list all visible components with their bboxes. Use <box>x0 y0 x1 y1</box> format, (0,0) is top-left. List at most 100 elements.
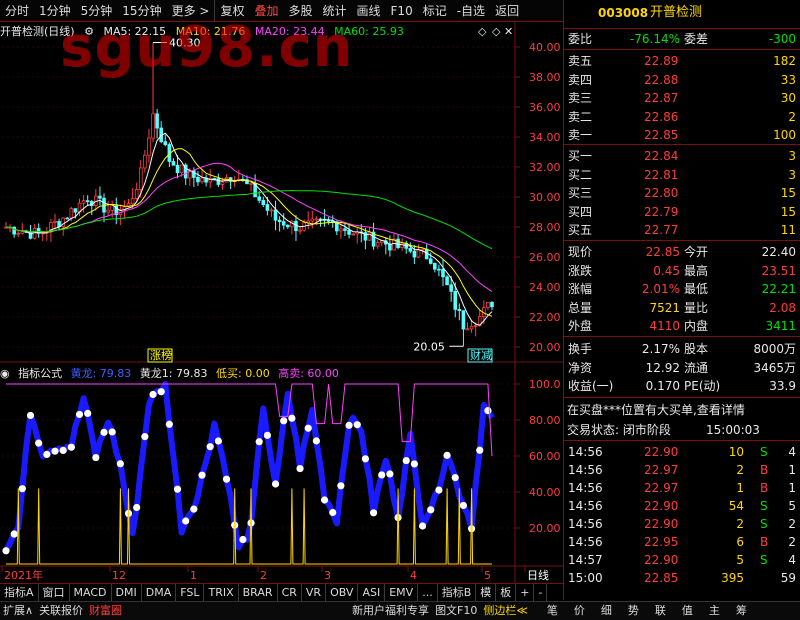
fund-label: 股本 <box>684 342 709 356</box>
ask-row[interactable]: 卖四 22.88 33 <box>564 71 800 89</box>
tick-side: S <box>760 445 768 459</box>
tab-dmi[interactable]: DMI <box>112 583 142 601</box>
tab-asi[interactable]: ASI <box>358 583 386 601</box>
status-new-user[interactable]: 新用户福利专享 <box>349 602 432 620</box>
huanglong-dot <box>10 530 18 538</box>
ask-row[interactable]: 卖二 22.86 2 <box>564 108 800 126</box>
bid-row[interactable]: 买一 22.84 3 <box>564 147 800 165</box>
quote-row[interactable]: 总量 7521 量比 2.08 <box>564 299 800 317</box>
tick-volume: 395 <box>721 571 744 585</box>
quote-row[interactable]: 涨幅 2.01% 最低 22.21 <box>564 280 800 298</box>
quote-row[interactable]: 现价 22.85 今开 22.40 <box>564 243 800 261</box>
bid-label: 买四 <box>568 204 593 219</box>
status-wealth-circle[interactable]: 财富圈 <box>86 602 125 620</box>
tab-indicator-a[interactable]: 指标A <box>0 583 39 601</box>
tab-macd[interactable]: MACD <box>70 583 112 601</box>
huanglong-dot <box>214 437 222 445</box>
ask-row[interactable]: 卖三 22.87 30 <box>564 89 800 107</box>
ask-row[interactable]: 卖五 22.89 182 <box>564 52 800 70</box>
huanglong-dot <box>353 421 361 429</box>
huanglong-dot <box>288 414 296 422</box>
ask-label: 卖三 <box>568 91 593 105</box>
tab-remove[interactable]: - <box>534 583 548 601</box>
price-axis-label: 22.00 <box>529 311 561 324</box>
time-axis-label: 2 <box>260 569 267 582</box>
bid-volume: 15 <box>780 204 796 219</box>
price-axis-label: 40.00 <box>529 41 561 54</box>
huanglong-dot <box>345 421 353 429</box>
tab-dma[interactable]: DMA <box>142 583 177 601</box>
candle-body <box>310 218 315 222</box>
tab-indicator-b[interactable]: 指标B <box>438 583 477 601</box>
tab-add[interactable]: + <box>516 583 535 601</box>
candle-body <box>375 242 380 247</box>
status-tab-zhu[interactable]: 主 <box>701 602 728 620</box>
candle-body <box>20 231 25 234</box>
bid-row[interactable]: 买五 22.77 11 <box>564 221 800 239</box>
status-tab-chou[interactable]: 筹 <box>728 602 755 620</box>
status-sidebar[interactable]: 侧边栏≪ <box>480 602 531 620</box>
tab-brar[interactable]: BRAR <box>239 583 278 601</box>
fund-row[interactable]: 净资 12.92 流通 3465万 <box>564 359 800 377</box>
tick-row[interactable]: 14:56 22.97 2 B 1 <box>564 461 800 479</box>
kline-chart[interactable]: 40.00 38.00 36.00 34.00 32.00 30.00 28.00 26.00… <box>0 0 563 600</box>
status-tab-lian[interactable]: 联 <box>647 602 674 620</box>
bid-price: 22.84 <box>644 149 679 163</box>
huanglong-dot <box>92 453 100 462</box>
huanglong-dot <box>410 460 419 468</box>
collapse-icon[interactable]: ◉ <box>0 367 10 380</box>
time-axis-label: 1 <box>190 569 197 582</box>
fund-label: 流通 <box>684 360 709 375</box>
price-axis-label: 26.00 <box>529 251 561 264</box>
tab-more[interactable]: ... <box>418 583 438 601</box>
time-axis-label: 12 <box>112 569 126 582</box>
tab-cr[interactable]: CR <box>278 583 302 601</box>
tick-row[interactable]: 14:56 22.90 2 S 2 <box>564 515 800 533</box>
bigorder-notice[interactable]: 在买盘***位置有大买单,查看详情 <box>564 401 800 419</box>
tick-row[interactable]: 15:00 22.85 395 59 <box>564 569 800 587</box>
quote-value: 7521 <box>649 300 680 315</box>
tick-row[interactable]: 14:56 22.90 54 S 5 <box>564 497 800 515</box>
indicator-header: ◉ 指标公式 黄龙: 79.83 黄龙1: 79.83 低买: 0.00 高卖:… <box>0 365 515 381</box>
tab-trix[interactable]: TRIX <box>204 583 239 601</box>
tick-row[interactable]: 14:56 22.95 6 B 2 <box>564 533 800 551</box>
status-tab-zhi[interactable]: 值 <box>674 602 701 620</box>
huanglong-dot <box>418 522 427 530</box>
tick-row[interactable]: 14:56 22.97 1 B 1 <box>564 479 800 497</box>
huanglong-dot <box>190 505 198 513</box>
tick-volume: 1 <box>736 481 744 495</box>
quote-row[interactable]: 外盘 4110 内盘 3411 <box>564 317 800 335</box>
tick-row[interactable]: 14:57 22.90 5 S 4 <box>564 551 800 569</box>
status-expand[interactable]: 扩展∧ <box>0 602 36 620</box>
status-related-quote[interactable]: 关联报价 <box>36 602 86 620</box>
status-f10[interactable]: 图文F10 <box>432 602 480 620</box>
status-tab-jia[interactable]: 价 <box>566 602 593 620</box>
huanglong-dot <box>255 438 263 446</box>
candle-body <box>110 205 114 211</box>
candle-body <box>453 290 458 310</box>
tick-volume: 2 <box>736 463 744 477</box>
chart-area[interactable]: 分时 1分钟 5分钟 15分钟 更多 > 复权 叠加 多股 统计 画线 F10 … <box>0 0 563 620</box>
fund-value: 3465万 <box>753 360 796 375</box>
ask-row[interactable]: 卖一 22.85 100 <box>564 126 800 144</box>
tab-window[interactable]: 窗口 <box>39 583 70 601</box>
status-tab-xi[interactable]: 细 <box>593 602 620 620</box>
fund-row[interactable]: 收益(一) 0.170 PE(动) 33.9 <box>564 377 800 395</box>
tab-emv[interactable]: EMV <box>385 583 419 601</box>
tab-obv[interactable]: OBV <box>326 583 359 601</box>
quote-row[interactable]: 涨跌 0.45 最高 23.51 <box>564 262 800 280</box>
status-tab-shi[interactable]: 势 <box>620 602 647 620</box>
status-tab-bi[interactable]: 笔 <box>539 602 566 620</box>
bid-row[interactable]: 买三 22.80 15 <box>564 184 800 202</box>
huanglong-dot <box>239 535 247 544</box>
fund-row[interactable]: 换手 2.17% 股本 8000万 <box>564 340 800 358</box>
tab-vr[interactable]: VR <box>302 583 327 601</box>
candle-body <box>179 164 184 174</box>
tab-template[interactable]: 模 <box>476 583 497 601</box>
tab-fsl[interactable]: FSL <box>176 583 205 601</box>
bid-row[interactable]: 买二 22.81 3 <box>564 166 800 184</box>
bid-row[interactable]: 买四 22.79 15 <box>564 203 800 221</box>
tick-row[interactable]: 14:56 22.90 10 S 4 <box>564 443 800 461</box>
tab-board[interactable]: 板 <box>496 583 517 601</box>
candle-body <box>12 226 16 235</box>
